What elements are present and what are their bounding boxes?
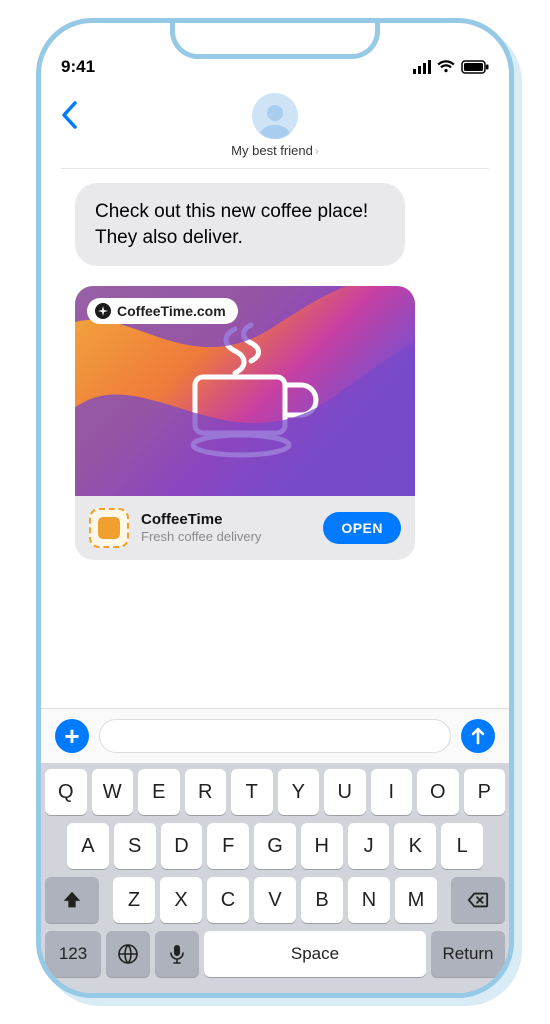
key-q[interactable]: Q xyxy=(45,769,87,815)
app-clip-footer: CoffeeTime Fresh coffee delivery OPEN xyxy=(75,496,415,560)
incoming-message-bubble[interactable]: Check out this new coffee place! They al… xyxy=(75,183,405,266)
key-r[interactable]: R xyxy=(185,769,227,815)
key-e[interactable]: E xyxy=(138,769,180,815)
app-clip-desc: Fresh coffee delivery xyxy=(141,529,311,545)
phone-frame: 9:41 My b xyxy=(36,18,514,998)
key-c[interactable]: C xyxy=(207,877,249,923)
key-b[interactable]: B xyxy=(301,877,343,923)
status-time: 9:41 xyxy=(61,57,95,77)
keyboard: QWERTYUIOP ASDFGHJKL ZXCVBNM 123 xyxy=(41,763,509,993)
key-a[interactable]: A xyxy=(67,823,109,869)
app-clip-icon xyxy=(89,508,129,548)
key-n[interactable]: N xyxy=(348,877,390,923)
key-d[interactable]: D xyxy=(161,823,203,869)
back-button[interactable] xyxy=(61,101,77,137)
cellular-signal-icon xyxy=(413,60,431,74)
contact-name-label: My best friend xyxy=(231,143,313,158)
key-x[interactable]: X xyxy=(160,877,202,923)
message-input[interactable] xyxy=(99,719,451,753)
source-url-label: CoffeeTime.com xyxy=(117,303,226,319)
key-g[interactable]: G xyxy=(254,823,296,869)
add-attachment-button[interactable]: + xyxy=(55,719,89,753)
key-i[interactable]: I xyxy=(371,769,413,815)
open-button[interactable]: OPEN xyxy=(323,512,401,544)
key-l[interactable]: L xyxy=(441,823,483,869)
space-key[interactable]: Space xyxy=(204,931,426,977)
contact-name-button[interactable]: My best friend › xyxy=(231,143,319,158)
wifi-icon xyxy=(437,60,455,74)
key-o[interactable]: O xyxy=(417,769,459,815)
app-clip-name: CoffeeTime xyxy=(141,511,311,529)
key-p[interactable]: P xyxy=(464,769,506,815)
key-k[interactable]: K xyxy=(394,823,436,869)
key-y[interactable]: Y xyxy=(278,769,320,815)
app-clip-hero: CoffeeTime.com xyxy=(75,286,415,496)
key-f[interactable]: F xyxy=(207,823,249,869)
conversation-header: My best friend › xyxy=(61,93,489,169)
key-u[interactable]: U xyxy=(324,769,366,815)
key-z[interactable]: Z xyxy=(113,877,155,923)
compose-bar: + xyxy=(41,708,509,763)
key-s[interactable]: S xyxy=(114,823,156,869)
dictation-key[interactable] xyxy=(155,931,199,977)
safari-icon xyxy=(95,303,111,319)
return-key[interactable]: Return xyxy=(431,931,505,977)
contact-avatar[interactable] xyxy=(252,93,298,139)
key-w[interactable]: W xyxy=(92,769,134,815)
send-button[interactable] xyxy=(461,719,495,753)
key-m[interactable]: M xyxy=(395,877,437,923)
key-t[interactable]: T xyxy=(231,769,273,815)
notch xyxy=(170,23,380,59)
globe-key[interactable] xyxy=(106,931,150,977)
key-j[interactable]: J xyxy=(348,823,390,869)
numeric-key[interactable]: 123 xyxy=(45,931,101,977)
message-text: Check out this new coffee place! They al… xyxy=(95,201,368,248)
battery-icon xyxy=(461,60,489,74)
backspace-key[interactable] xyxy=(451,877,505,923)
key-v[interactable]: V xyxy=(254,877,296,923)
chevron-right-icon: › xyxy=(315,144,319,158)
key-h[interactable]: H xyxy=(301,823,343,869)
shift-key[interactable] xyxy=(45,877,99,923)
source-url-pill[interactable]: CoffeeTime.com xyxy=(87,298,238,324)
app-clip-card[interactable]: CoffeeTime.com xyxy=(75,286,415,560)
